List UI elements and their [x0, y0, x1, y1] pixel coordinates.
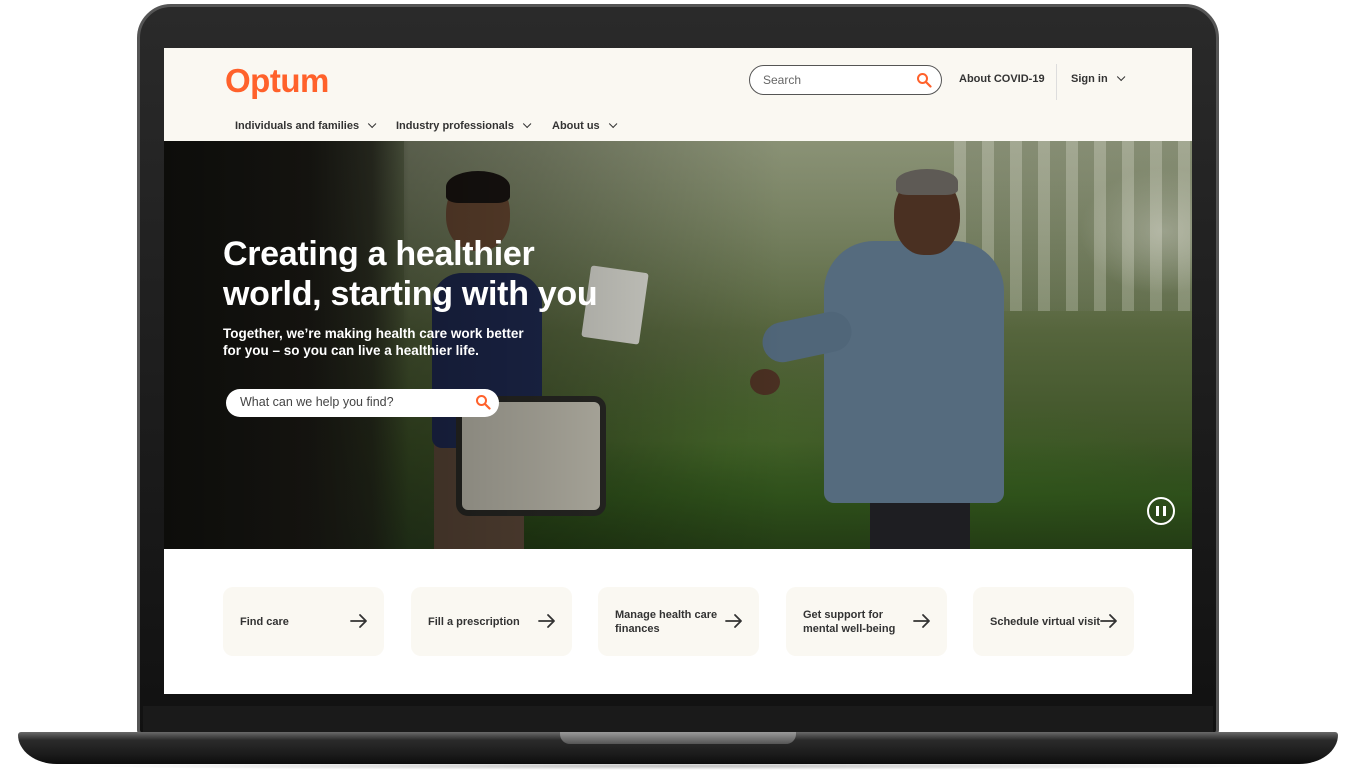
hero-headline-line: Creating a healthier: [223, 235, 535, 273]
browser-screen: Optum Search About COVID-19 Sign in Indi…: [164, 48, 1192, 694]
header-search-input[interactable]: Search: [749, 65, 942, 95]
header-divider: [1056, 64, 1057, 100]
laptop-bezel: [143, 706, 1213, 732]
nav-about-us[interactable]: About us: [552, 119, 618, 132]
about-covid-link[interactable]: About COVID-19: [959, 73, 1045, 85]
hero-subheadline: Together, we’re making health care work …: [223, 325, 543, 359]
hero-headline-line: world, starting with you: [223, 275, 598, 313]
chevron-down-icon: [1116, 72, 1126, 82]
laptop-mockup: Optum Search About COVID-19 Sign in Indi…: [0, 0, 1347, 771]
hero-banner: Creating a healthier world, starting wit…: [164, 141, 1192, 549]
search-icon[interactable]: [475, 394, 491, 410]
card-label: Schedule virtual visit: [990, 616, 1101, 628]
chevron-down-icon: [367, 119, 377, 129]
card-label-line: finances: [615, 623, 660, 635]
arrow-right-icon: [350, 614, 367, 628]
arrow-right-icon: [538, 614, 555, 628]
nav-individuals-families[interactable]: Individuals and families: [235, 119, 377, 132]
sign-in-menu[interactable]: Sign in: [1071, 72, 1126, 85]
arrow-right-icon: [1100, 614, 1117, 628]
chevron-down-icon: [608, 119, 618, 129]
chevron-down-icon: [522, 119, 532, 129]
site-header: Optum Search About COVID-19 Sign in Indi…: [164, 48, 1192, 141]
hero-subheadline-line: for you – so you can live a healthier li…: [223, 343, 479, 358]
card-label-line: Get support for: [803, 609, 884, 621]
pause-icon: [1163, 506, 1166, 516]
person-right-body: [824, 241, 1004, 503]
sign-in-label: Sign in: [1071, 73, 1108, 85]
arrow-right-icon: [725, 614, 742, 628]
hero-subheadline-line: Together, we’re making health care work …: [223, 326, 524, 341]
laptop-notch: [560, 732, 796, 744]
nav-industry-professionals[interactable]: Industry professionals: [396, 119, 532, 132]
person-right-hair: [896, 169, 958, 195]
card-label: Manage health care finances: [615, 608, 723, 636]
pause-button[interactable]: [1147, 497, 1175, 525]
card-label: Get support for mental well-being: [803, 608, 911, 636]
card-mental-wellbeing[interactable]: Get support for mental well-being: [786, 587, 947, 656]
hero-search-input[interactable]: What can we help you find?: [226, 389, 499, 417]
arrow-right-icon: [913, 614, 930, 628]
search-icon[interactable]: [916, 72, 932, 88]
optum-logo[interactable]: Optum: [225, 62, 329, 100]
card-find-care[interactable]: Find care: [223, 587, 384, 656]
header-search-placeholder: Search: [763, 73, 802, 87]
laptop-shadow: [60, 762, 1290, 770]
card-label: Find care: [240, 616, 289, 628]
hero-headline: Creating a healthier world, starting wit…: [223, 234, 693, 314]
hero-search-placeholder: What can we help you find?: [240, 395, 394, 409]
card-manage-finances[interactable]: Manage health care finances: [598, 587, 759, 656]
card-fill-prescription[interactable]: Fill a prescription: [411, 587, 572, 656]
card-label-line: Manage health care: [615, 609, 718, 621]
card-virtual-visit[interactable]: Schedule virtual visit: [973, 587, 1134, 656]
nav-label: Individuals and families: [235, 120, 360, 132]
pause-icon: [1156, 506, 1159, 516]
card-label-line: mental well-being: [803, 623, 896, 635]
nav-label: About us: [552, 120, 600, 132]
nav-label: Industry professionals: [396, 120, 514, 132]
card-label: Fill a prescription: [428, 616, 520, 628]
